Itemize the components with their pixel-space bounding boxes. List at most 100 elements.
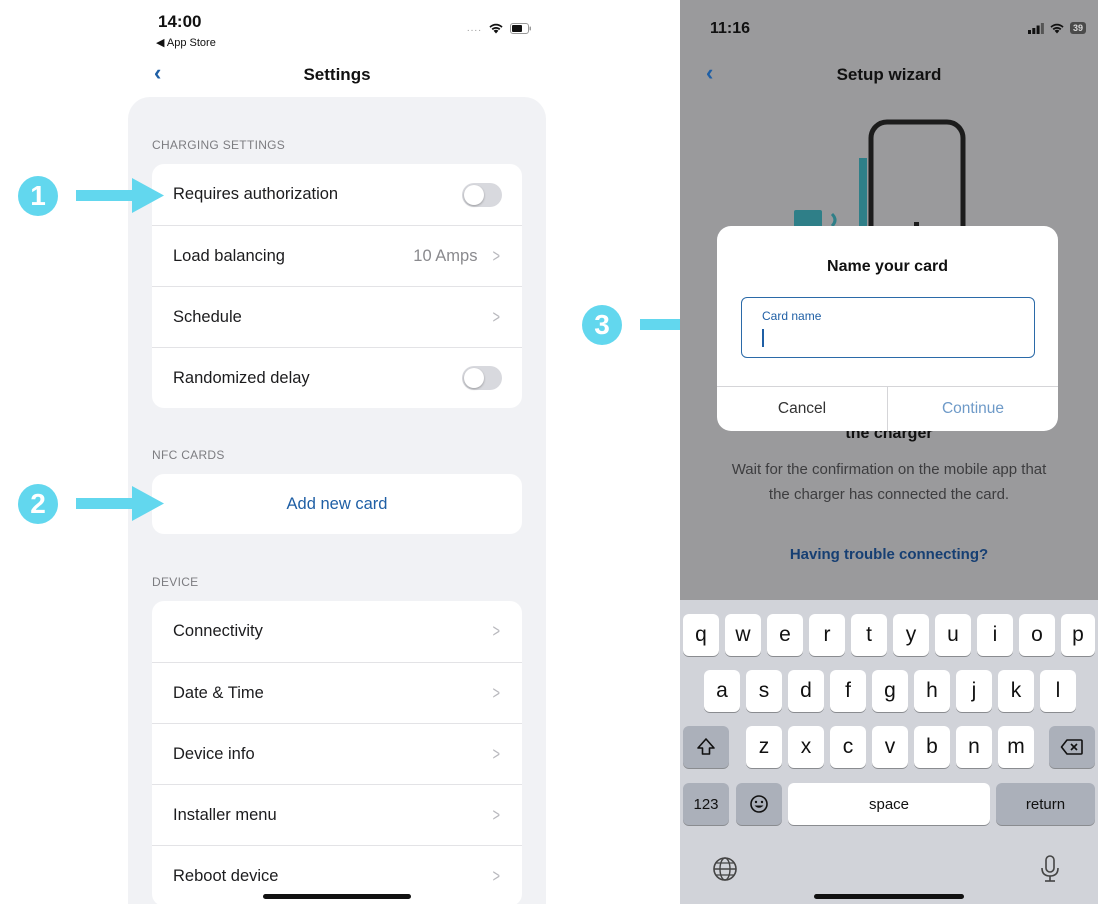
setup-wizard-screen: 11:16 39 ‹ Setup wizard the charger Wait… (680, 0, 1098, 904)
key-m[interactable]: m (998, 726, 1034, 768)
key-y[interactable]: y (893, 614, 929, 656)
row-label: Randomized delay (173, 368, 310, 387)
key-c[interactable]: c (830, 726, 866, 768)
row-installer-menu[interactable]: Installer menu > (152, 784, 522, 845)
chevron-right-icon: > (493, 743, 501, 764)
randomized-delay-toggle[interactable] (462, 366, 502, 390)
page-title: Setup wizard (836, 65, 942, 84)
row-randomized-delay[interactable]: Randomized delay (152, 347, 522, 408)
toggle-knob (464, 184, 484, 205)
row-label: Reboot device (173, 866, 279, 885)
emoji-icon (750, 795, 768, 813)
numbers-key[interactable]: 123 (683, 783, 729, 825)
dialog-title: Name your card (827, 258, 948, 275)
section-header-charging: CHARGING SETTINGS (152, 138, 286, 152)
wifi-icon (1050, 23, 1064, 34)
status-time: 11:16 (710, 20, 751, 37)
cancel-button[interactable]: Cancel (717, 387, 887, 431)
status-time: 14:00 (158, 12, 202, 31)
row-label: Date & Time (173, 683, 264, 702)
key-x[interactable]: x (788, 726, 824, 768)
card-name-input[interactable]: Card name (741, 297, 1035, 358)
nfc-cards-group: Add new card (152, 474, 522, 534)
requires-authorization-toggle[interactable] (462, 182, 502, 207)
annotation-arrow-1 (76, 178, 164, 213)
microphone-icon[interactable] (1040, 854, 1060, 889)
key-t[interactable]: t (851, 614, 887, 656)
having-trouble-link[interactable]: Having trouble connecting? (680, 546, 1098, 563)
battery-level: 39 (1069, 22, 1086, 34)
key-k[interactable]: k (998, 670, 1034, 712)
settings-screen: 14:00 ◀ App Store .... ‹ Settings CHARGI… (128, 0, 546, 904)
key-p[interactable]: p (1061, 614, 1095, 656)
status-icons: 39 (1027, 22, 1086, 34)
row-label: Schedule (173, 307, 242, 326)
globe-icon[interactable] (712, 856, 738, 887)
key-v[interactable]: v (872, 726, 908, 768)
key-q[interactable]: q (683, 614, 719, 656)
return-key[interactable]: return (996, 783, 1095, 825)
key-j[interactable]: j (956, 670, 992, 712)
key-a[interactable]: a (704, 670, 740, 712)
key-f[interactable]: f (830, 670, 866, 712)
status-icons: .... (467, 22, 532, 34)
key-l[interactable]: l (1040, 670, 1076, 712)
delete-key[interactable] (1049, 726, 1095, 768)
chevron-right-icon: > (493, 245, 501, 266)
charging-settings-group: Requires authorization Load balancing 10… (152, 164, 522, 408)
section-header-device: DEVICE (152, 575, 199, 589)
emoji-key[interactable] (736, 783, 782, 825)
settings-panel: CHARGING SETTINGS Requires authorization… (128, 97, 546, 904)
home-indicator[interactable] (814, 894, 964, 899)
key-b[interactable]: b (914, 726, 950, 768)
key-w[interactable]: w (725, 614, 761, 656)
home-indicator[interactable] (263, 894, 411, 899)
key-g[interactable]: g (872, 670, 908, 712)
space-key[interactable]: space (788, 783, 990, 825)
chevron-right-icon: > (493, 804, 501, 825)
annotation-badge-1: 1 (18, 176, 58, 216)
key-r[interactable]: r (809, 614, 845, 656)
key-u[interactable]: u (935, 614, 971, 656)
shift-key[interactable] (683, 726, 729, 768)
add-new-card-button[interactable]: Add new card (152, 474, 522, 534)
row-schedule[interactable]: Schedule > (152, 286, 522, 347)
row-label: Connectivity (173, 622, 263, 640)
text-cursor (762, 329, 764, 347)
chevron-right-icon: > (493, 865, 501, 886)
continue-button[interactable]: Continue (888, 387, 1058, 431)
row-label: Load balancing (173, 246, 285, 265)
toggle-knob (464, 368, 484, 388)
row-load-balancing[interactable]: Load balancing 10 Amps > (152, 225, 522, 286)
row-label: Device info (173, 744, 255, 763)
device-group: Connectivity > Date & Time > Device info… (152, 601, 522, 904)
row-connectivity[interactable]: Connectivity > (152, 601, 522, 662)
row-label: Installer menu (173, 805, 277, 824)
section-header-nfc: NFC CARDS (152, 448, 225, 462)
row-requires-authorization[interactable]: Requires authorization (152, 164, 522, 225)
key-i[interactable]: i (977, 614, 1013, 656)
key-e[interactable]: e (767, 614, 803, 656)
chevron-right-icon: > (493, 621, 501, 641)
chevron-right-icon: > (493, 306, 501, 327)
charger-illustration (794, 119, 966, 238)
shift-icon (697, 738, 715, 755)
key-z[interactable]: z (746, 726, 782, 768)
key-n[interactable]: n (956, 726, 992, 768)
annotation-badge-2: 2 (18, 484, 58, 524)
page-title: Settings (303, 65, 371, 84)
battery-icon (510, 22, 531, 34)
chevron-right-icon: > (493, 682, 501, 703)
key-s[interactable]: s (746, 670, 782, 712)
back-to-app-store-link[interactable]: ◀ App Store (156, 36, 216, 49)
row-device-info[interactable]: Device info > (152, 723, 522, 784)
key-h[interactable]: h (914, 670, 950, 712)
key-d[interactable]: d (788, 670, 824, 712)
load-balancing-value: 10 Amps (413, 246, 478, 265)
key-o[interactable]: o (1019, 614, 1055, 656)
name-card-dialog: Name your card Card name Cancel Continue (717, 226, 1058, 431)
row-date-time[interactable]: Date & Time > (152, 662, 522, 723)
annotation-arrow-2 (76, 486, 164, 521)
annotation-badge-3: 3 (582, 305, 622, 345)
keyboard: q w e r t y u i o p a s d f g h j k l z … (680, 600, 1098, 904)
